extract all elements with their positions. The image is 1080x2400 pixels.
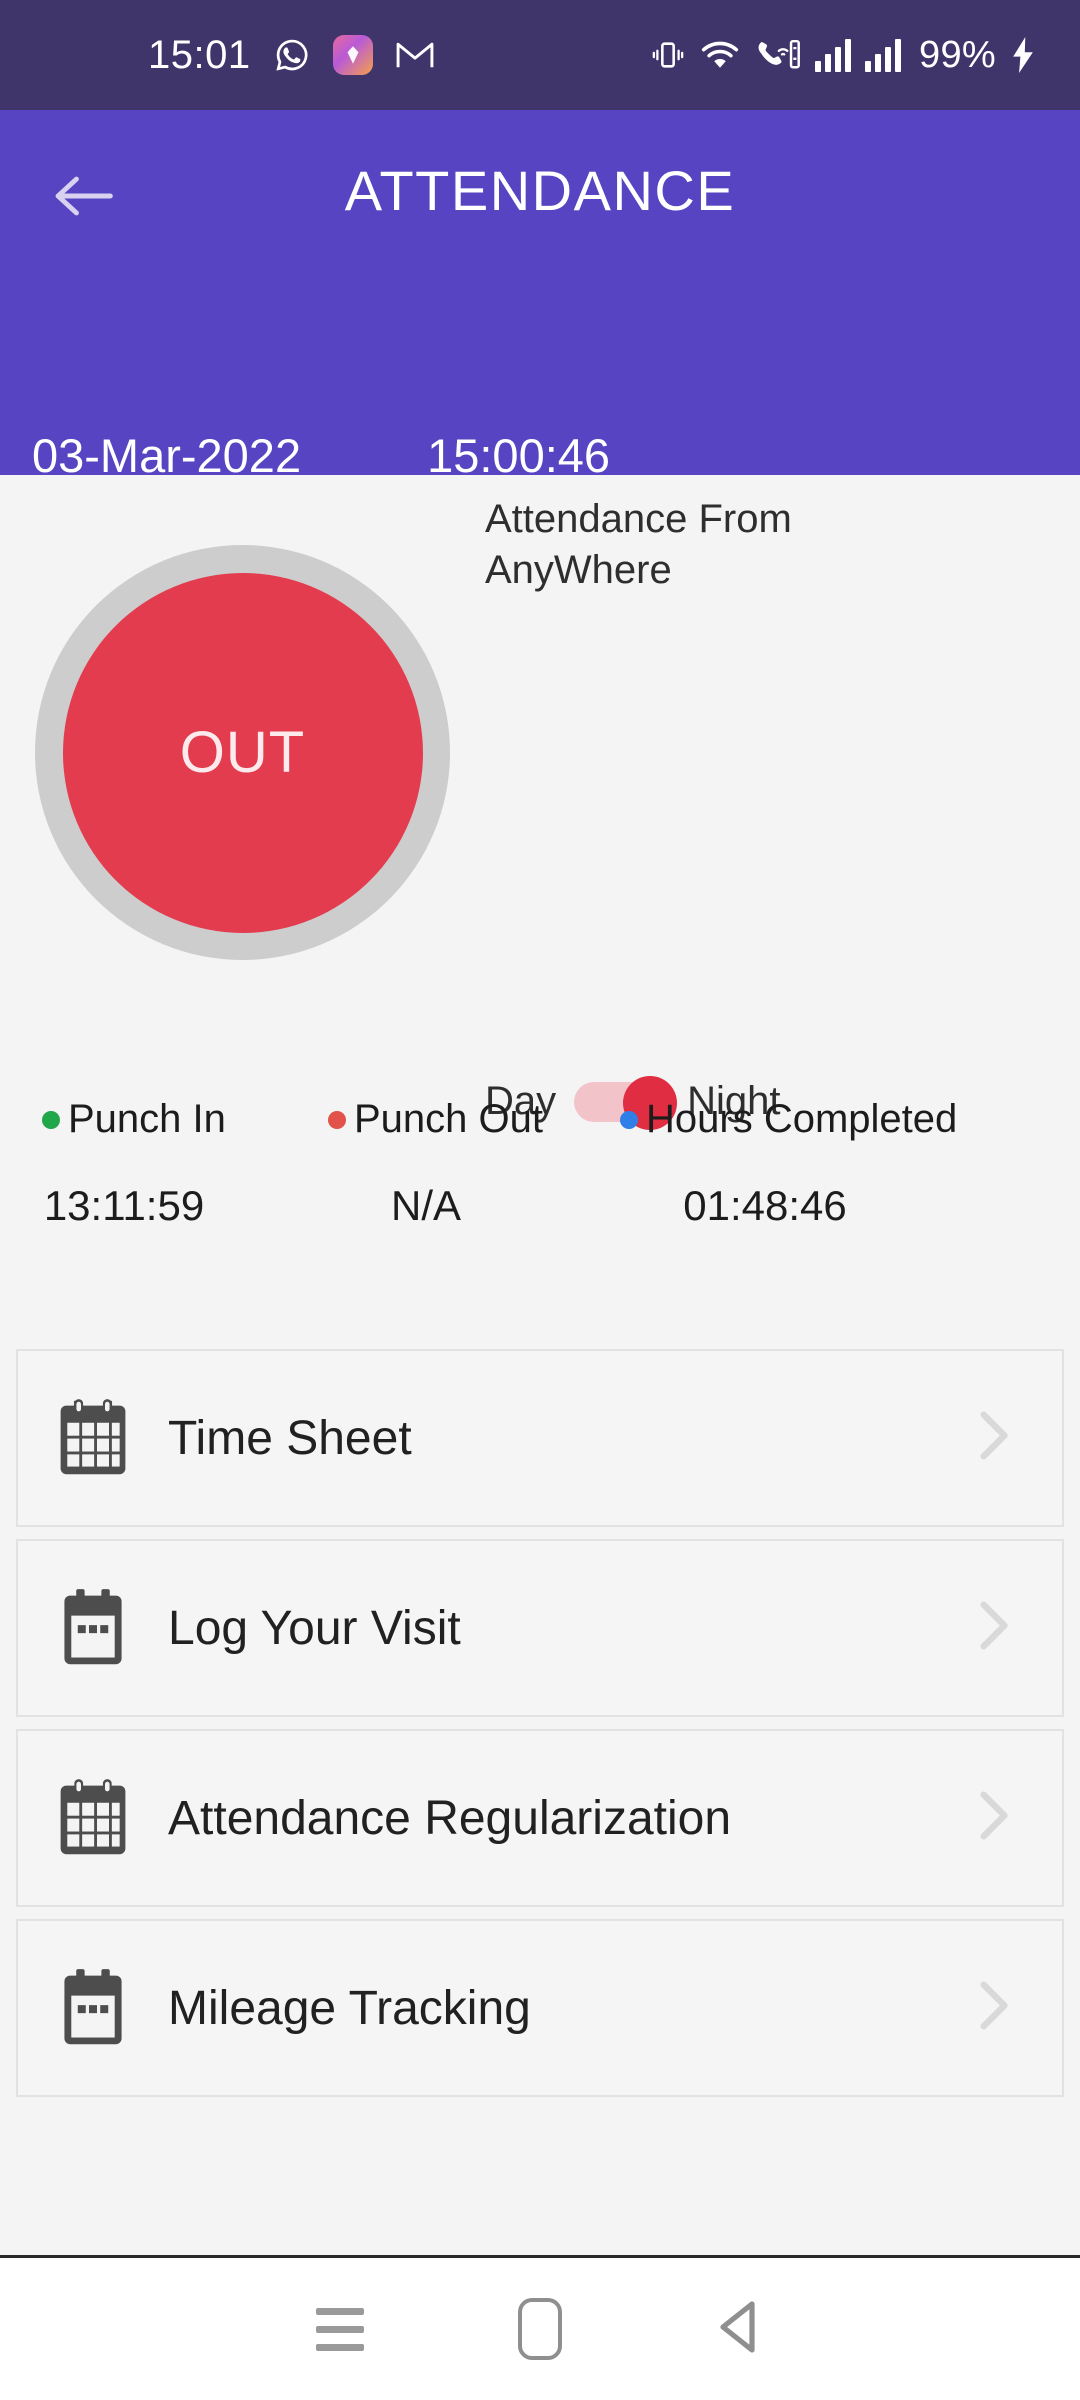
stat-punch-out-value-cell: N/A	[300, 1182, 600, 1230]
chevron-right-icon	[978, 1599, 1012, 1658]
stats-section: Punch In Punch Out Hours Completed 13:11…	[0, 1087, 1080, 1287]
stat-punch-in-header: Punch In	[0, 1097, 300, 1142]
menu-item-mileage-tracking[interactable]: Mileage Tracking	[16, 1919, 1064, 2097]
recent-apps-icon	[316, 2307, 364, 2351]
calendar-dots-icon	[18, 1588, 168, 1668]
stat-value: 01:48:46	[683, 1182, 847, 1229]
menu-item-attendance-regularization[interactable]: Attendance Regularization	[16, 1729, 1064, 1907]
wifi-icon	[699, 38, 741, 72]
stat-label: Hours Completed	[646, 1097, 958, 1141]
nav-back-button[interactable]	[640, 2298, 840, 2361]
punch-section: OUT Attendance From AnyWhere Day Night	[0, 475, 1080, 1130]
stat-punch-in-value-cell: 13:11:59	[0, 1182, 300, 1230]
whatsapp-icon	[273, 36, 311, 74]
back-triangle-icon	[712, 2298, 768, 2361]
nav-recent-apps-button[interactable]	[240, 2307, 440, 2351]
stat-hours-header: Hours Completed	[600, 1097, 1080, 1142]
calendar-grid-icon	[18, 1778, 168, 1858]
stat-label: Punch In	[68, 1097, 226, 1141]
chevron-right-icon	[978, 1789, 1012, 1848]
punch-out-button[interactable]: OUT	[62, 572, 423, 933]
chevron-right-icon	[978, 1979, 1012, 2038]
signal-bars-icon	[815, 38, 852, 72]
chevron-right-icon	[978, 1409, 1012, 1468]
calendar-dots-icon	[18, 1968, 168, 2048]
stat-hours-value-cell: 01:48:46	[600, 1182, 1080, 1230]
calendar-grid-icon	[18, 1398, 168, 1478]
menu-list: Time Sheet Log Your Visit Attendance Reg…	[0, 1349, 1080, 2097]
home-icon	[518, 2298, 562, 2360]
menu-item-label: Log Your Visit	[168, 1601, 461, 1655]
attendance-screen: 15:01 99% ATTENDANCE 03-Mar-2022 15:00:4…	[0, 0, 1080, 2400]
stats-header-row: Punch In Punch Out Hours Completed	[0, 1087, 1080, 1142]
stat-value: 13:11:59	[43, 1182, 205, 1229]
gmail-icon	[395, 39, 435, 71]
stats-value-row: 13:11:59 N/A 01:48:46	[0, 1142, 1080, 1230]
punch-button-ring: OUT	[35, 545, 450, 960]
charging-bolt-icon	[1010, 37, 1036, 73]
stat-punch-out-header: Punch Out	[300, 1097, 600, 1142]
menu-item-label: Mileage Tracking	[168, 1981, 531, 2035]
menu-item-time-sheet[interactable]: Time Sheet	[16, 1349, 1064, 1527]
status-bar: 15:01 99%	[0, 0, 1080, 110]
menu-item-label: Time Sheet	[168, 1411, 412, 1465]
app-header-top: ATTENDANCE	[0, 110, 1080, 280]
app-header: ATTENDANCE 03-Mar-2022 15:00:46	[0, 110, 1080, 482]
menu-item-label: Attendance Regularization	[168, 1791, 732, 1845]
stat-label: Punch Out	[354, 1097, 544, 1141]
signal-bars-2-icon	[865, 38, 902, 72]
main-content: OUT Attendance From AnyWhere Day Night P…	[0, 475, 1080, 2109]
android-nav-bar	[0, 2255, 1080, 2400]
stat-value: N/A	[390, 1182, 461, 1229]
punch-in-dot-icon	[42, 1110, 60, 1129]
vibrate-icon	[651, 38, 685, 72]
menu-item-log-your-visit[interactable]: Log Your Visit	[16, 1539, 1064, 1717]
page-title: ATTENDANCE	[344, 159, 736, 222]
nav-home-button[interactable]	[440, 2298, 640, 2360]
status-bar-clock: 15:01	[148, 32, 251, 77]
status-bar-right: 99%	[651, 34, 1054, 77]
call-data-icon	[755, 38, 801, 72]
hours-completed-dot-icon	[620, 1110, 638, 1129]
attendance-from-anywhere-label: Attendance From AnyWhere	[485, 497, 792, 593]
punch-out-dot-icon	[328, 1110, 346, 1129]
status-bar-left: 15:01	[0, 33, 435, 78]
battery-percent: 99%	[919, 33, 996, 76]
app-badge-icon	[332, 35, 373, 75]
